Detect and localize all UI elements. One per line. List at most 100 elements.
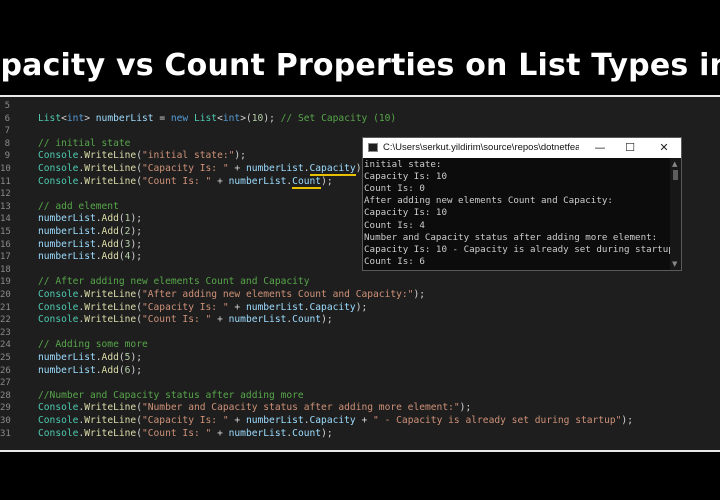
code-token: // Set Capacity (10) (280, 112, 397, 124)
scroll-up-arrow-icon[interactable]: ▲ (672, 160, 677, 168)
code-line[interactable]: // initial state (38, 138, 130, 151)
line-number: 29 (0, 403, 11, 414)
console-app-icon (368, 143, 378, 152)
code-token: WriteLine (84, 289, 137, 300)
line-number: 27 (0, 378, 11, 389)
maximize-button[interactable]: ☐ (615, 139, 645, 157)
code-token: Console (38, 402, 79, 414)
code-line[interactable]: numberList.Add(3); (38, 239, 142, 252)
code-token: numberList (228, 175, 287, 187)
code-line[interactable]: numberList.Add(2); (38, 226, 142, 239)
code-line[interactable]: Console.WriteLine("Count Is: " + numberL… (38, 314, 333, 327)
line-number: 30 (0, 416, 11, 426)
code-token: > (84, 112, 96, 124)
line-number: 5 (4, 101, 10, 111)
code-line[interactable]: // After adding new elements Count and C… (38, 276, 309, 289)
line-number: 8 (4, 138, 10, 149)
code-token: ); (130, 238, 142, 250)
line-number: 28 (0, 390, 11, 401)
code-token: numberList (38, 364, 96, 376)
code-token: 10 (251, 112, 264, 124)
code-line[interactable]: List<int> numberList = new List<int>(10)… (38, 113, 396, 126)
console-window-title: C:\Users\serkut.yildirim\source\repos\do… (383, 142, 579, 153)
code-line[interactable]: numberList.Add(5); (38, 352, 142, 365)
code-line[interactable]: Console.WriteLine("Number and Capacity s… (38, 402, 471, 415)
scroll-thumb[interactable] (673, 170, 678, 180)
code-token: ); (321, 175, 333, 187)
code-line[interactable]: Console.WriteLine("Capacity Is: " + numb… (38, 163, 367, 176)
code-token: numberList (38, 213, 96, 225)
code-token: WriteLine (84, 175, 137, 187)
code-token: ); (130, 213, 142, 225)
code-token: WriteLine (84, 402, 137, 414)
code-line[interactable]: numberList.Add(6); (38, 365, 142, 378)
code-line[interactable]: //Number and Capacity status after addin… (38, 390, 304, 403)
code-token: Capacity (309, 415, 356, 426)
close-button[interactable]: ✕ (649, 139, 679, 157)
code-token: numberList (228, 314, 287, 326)
line-number: 31 (0, 428, 11, 439)
code-token: Console (38, 427, 79, 439)
scroll-down-arrow-icon[interactable]: ▼ (672, 260, 677, 268)
console-window[interactable]: C:\Users\serkut.yildirim\source\repos\do… (362, 137, 682, 271)
code-line[interactable]: Console.WriteLine("Count Is: " + numberL… (38, 428, 333, 441)
code-line[interactable]: Console.WriteLine("Count Is: " + numberL… (38, 175, 333, 189)
code-token: + (228, 301, 246, 313)
code-line[interactable]: numberList.Add(4); (38, 251, 142, 264)
code-token: "initial state:" (141, 150, 235, 162)
console-title-bar[interactable]: C:\Users\serkut.yildirim\source\repos\do… (363, 138, 681, 158)
code-token: . (303, 163, 310, 174)
code-token: ); (413, 289, 426, 300)
line-number: 6 (4, 113, 10, 124)
code-token: // initial state (38, 137, 131, 149)
code-token: Add (101, 352, 119, 363)
code-token: Count (292, 314, 322, 326)
code-token: Capacity (309, 163, 356, 176)
code-token: numberList (95, 112, 154, 124)
line-number: 23 (0, 327, 11, 338)
code-token: numberList (245, 301, 304, 313)
code-token: + (228, 415, 246, 426)
console-scrollbar[interactable]: ▲ ▼ (670, 158, 681, 270)
code-token: Console (38, 314, 79, 326)
code-token: List (193, 112, 218, 124)
video-title: apacity vs Count Properties on List Type… (0, 48, 720, 83)
code-line[interactable]: numberList.Add(1); (38, 213, 142, 226)
code-token: ); (234, 150, 246, 162)
code-token: ); (130, 352, 142, 363)
line-number: 21 (0, 302, 11, 313)
line-number: 10 (0, 164, 11, 174)
code-token: ); (130, 364, 142, 376)
code-token: Add (101, 364, 119, 376)
console-output-line: Capacity Is: 10 - Capacity is already se… (364, 243, 671, 255)
code-token: ); (130, 226, 142, 237)
code-token: "After adding new elements Count and Cap… (141, 289, 414, 300)
code-token: WriteLine (84, 150, 137, 162)
code-token: numberList (245, 163, 304, 174)
code-token: + (228, 163, 246, 174)
code-token: WriteLine (84, 427, 137, 439)
code-token: Console (38, 175, 79, 187)
line-number: 19 (0, 277, 11, 288)
minimize-button[interactable]: — (585, 139, 615, 157)
code-line[interactable]: Console.WriteLine("initial state:"); (38, 150, 246, 163)
code-line[interactable]: // add element (38, 201, 119, 214)
code-token: Count (292, 175, 322, 189)
line-number: 14 (0, 214, 11, 225)
code-token: Add (101, 226, 119, 237)
code-token: Add (101, 251, 119, 263)
code-token: ); (321, 314, 333, 326)
code-token: ); (321, 427, 333, 439)
code-line[interactable]: Console.WriteLine("After adding new elem… (38, 289, 425, 302)
code-line[interactable]: // Adding some more (38, 339, 148, 352)
code-token: Capacity (309, 301, 356, 313)
code-token: numberList (38, 238, 96, 250)
code-token: numberList (228, 427, 287, 439)
code-line[interactable]: Console.WriteLine("Capacity Is: " + numb… (38, 415, 633, 428)
line-number: 9 (4, 151, 10, 162)
code-token: WriteLine (84, 415, 137, 426)
code-line[interactable]: Console.WriteLine("Capacity Is: " + numb… (38, 302, 367, 315)
line-number-gutter: 5 6 7 8 9 10 11 12 13 14 15 16 17 18 19 20 21 22 23 24 25 26 2… (0, 97, 22, 450)
code-token: Console (38, 301, 79, 313)
console-output-line: Number and Capacity status after adding … (364, 231, 658, 243)
